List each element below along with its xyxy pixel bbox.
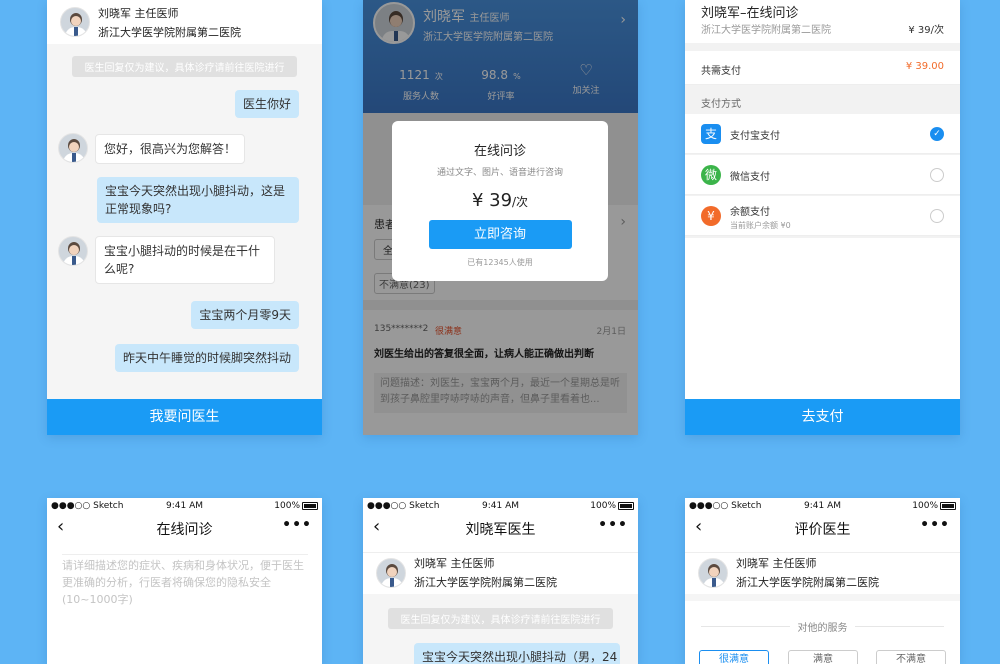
- doctor-header[interactable]: 刘晓军 主任医师 浙江大学医学院附属第二医院: [363, 552, 638, 592]
- battery-icon: [940, 502, 956, 510]
- order-title: 刘晓军–在线问诊: [701, 6, 799, 21]
- consult-input-screen: ●●●○○ Sketch 9:41 AM 100% ‹ 在线问诊 ••• 请详细…: [47, 498, 322, 664]
- balance-icon: ¥: [701, 206, 721, 226]
- ask-doctor-button[interactable]: 我要问医生: [47, 399, 322, 435]
- radio-selected[interactable]: ✓: [930, 127, 944, 141]
- total-label: 共需支付: [701, 66, 741, 77]
- total-amount: ¥ 39.00: [905, 61, 944, 72]
- nav-bar: ‹ 在线问诊 •••: [47, 514, 322, 542]
- nav-bar: ‹ 评价医生 •••: [685, 514, 960, 542]
- payment-option-label: 微信支付: [730, 172, 770, 183]
- status-bar: ●●●○○ Sketch 9:41 AM 100%: [47, 498, 322, 514]
- payment-option-wechat[interactable]: 微 微信支付: [685, 155, 960, 195]
- message-user: 宝宝两个月零9天: [191, 301, 299, 329]
- doctor-hospital: 浙江大学医学院附属第二医院: [736, 576, 879, 589]
- message-doctor: 您好，很高兴为您解答！: [95, 134, 246, 164]
- payment-screen: 刘晓军–在线问诊 浙江大学医学院附属第二医院 ¥ 39/次 共需支付 ¥ 39.…: [685, 0, 960, 435]
- modal-title: 在线问诊: [473, 144, 526, 159]
- doctor-name: 刘晓军 主任医师: [736, 557, 817, 570]
- modal-subtitle: 通过文字、图片、语音进行咨询: [436, 168, 563, 178]
- payment-option-label: 余额支付: [730, 207, 770, 218]
- battery-icon: [302, 502, 318, 510]
- battery-percent: 100%: [590, 501, 616, 511]
- payment-option-label: 支付宝支付: [730, 131, 780, 142]
- alipay-icon: 支: [701, 124, 721, 144]
- message-user: 医生你好: [234, 90, 299, 118]
- status-bar: ●●●○○ Sketch 9:41 AM 100%: [685, 498, 960, 514]
- consult-modal: 在线问诊 通过文字、图片、语音进行咨询 ¥ 39/次 立即咨询 已有12345人…: [392, 121, 608, 281]
- price-unit: /次: [512, 195, 529, 209]
- doctor-profile-screen: 刘晓军 主任医师 浙江大学医学院附属第二医院 › 1121 次 服务人数 98.…: [363, 0, 638, 435]
- doctor-avatar: [60, 7, 90, 37]
- order-summary: 刘晓军–在线问诊 浙江大学医学院附属第二医院 ¥ 39/次: [685, 0, 960, 43]
- more-icon[interactable]: •••: [920, 517, 950, 533]
- more-icon[interactable]: •••: [598, 517, 628, 533]
- rating-satisfied[interactable]: 满意: [788, 650, 858, 664]
- message-doctor: 宝宝小腿抖动的时候是在干什么呢?: [95, 236, 275, 284]
- chat-screen: 刘晓军 主任医师 浙江大学医学院附属第二医院 医生回复仅为建议，具体诊疗请前往医…: [47, 0, 322, 435]
- doctor-hospital: 浙江大学医学院附属第二医院: [98, 25, 241, 39]
- rate-doctor-screen: ●●●○○ Sketch 9:41 AM 100% ‹ 评价医生 ••• 刘晓军…: [685, 498, 960, 664]
- usage-count: 已有12345人使用: [467, 258, 533, 267]
- radio-unselected[interactable]: [930, 209, 944, 223]
- battery-icon: [618, 502, 634, 510]
- doctor-avatar: [58, 133, 88, 163]
- doctor-avatar: [698, 557, 728, 588]
- payment-blank-area: [685, 238, 960, 399]
- doctor-avatar: [376, 557, 406, 588]
- status-bar: ●●●○○ Sketch 9:41 AM 100%: [363, 498, 638, 514]
- nav-bar: ‹ 刘晓军医生 •••: [363, 514, 638, 542]
- message-user: 宝宝今天突然出现小腿抖动，这是正常现象吗?: [97, 177, 299, 223]
- rating-very-satisfied[interactable]: 很满意: [699, 650, 769, 664]
- price-value: ¥ 39: [471, 190, 513, 211]
- message-user: 宝宝今天突然出现小腿抖动（男，24: [414, 643, 620, 664]
- total-row: 共需支付 ¥ 39.00: [685, 51, 960, 85]
- modal-price: ¥ 39/次: [392, 190, 608, 211]
- payment-method-label: 支付方式: [701, 99, 741, 110]
- chat-screen-2: ●●●○○ Sketch 9:41 AM 100% ‹ 刘晓军医生 ••• 刘晓…: [363, 498, 638, 664]
- pay-button[interactable]: 去支付: [685, 399, 960, 435]
- disclaimer-notice: 医生回复仅为建议，具体诊疗请前往医院进行: [388, 608, 613, 629]
- payment-option-alipay[interactable]: 支 支付宝支付 ✓: [685, 114, 960, 154]
- service-label: 对他的服务: [790, 619, 855, 634]
- doctor-avatar: [58, 236, 88, 266]
- consult-now-button[interactable]: 立即咨询: [428, 220, 572, 249]
- disclaimer-notice: 医生回复仅为建议，具体诊疗请前往医院进行: [72, 56, 297, 77]
- payment-option-balance[interactable]: ¥ 余额支付 当前账户余额 ¥0: [685, 196, 960, 236]
- message-user: 昨天中午睡觉的时候脚突然抖动: [114, 344, 299, 372]
- page-title: 刘晓军医生: [465, 522, 536, 538]
- page-title: 评价医生: [794, 522, 851, 538]
- battery-percent: 100%: [912, 501, 938, 511]
- radio-unselected[interactable]: [930, 168, 944, 182]
- rating-unsatisfied[interactable]: 不满意: [876, 650, 946, 664]
- doctor-name: 刘晓军 主任医师: [414, 557, 495, 570]
- doctor-name: 刘晓军 主任医师: [98, 6, 179, 20]
- balance-note: 当前账户余额 ¥0: [730, 221, 791, 230]
- more-icon[interactable]: •••: [282, 517, 312, 533]
- doctor-hospital: 浙江大学医学院附属第二医院: [414, 576, 557, 589]
- battery-percent: 100%: [274, 501, 300, 511]
- order-hospital: 浙江大学医学院附属第二医院: [701, 25, 831, 36]
- unit-price: ¥ 39/次: [908, 25, 944, 36]
- wechat-icon: 微: [701, 165, 721, 185]
- symptom-textarea[interactable]: 请详细描述您的症状、疾病和身体状况，便于医生更准确的分析，行医者将确保您的隐私安…: [62, 554, 308, 608]
- page-title: 在线问诊: [156, 522, 213, 538]
- doctor-header: 刘晓军 主任医师 浙江大学医学院附属第二医院: [685, 552, 960, 592]
- doctor-header[interactable]: 刘晓军 主任医师 浙江大学医学院附属第二医院: [47, 0, 322, 44]
